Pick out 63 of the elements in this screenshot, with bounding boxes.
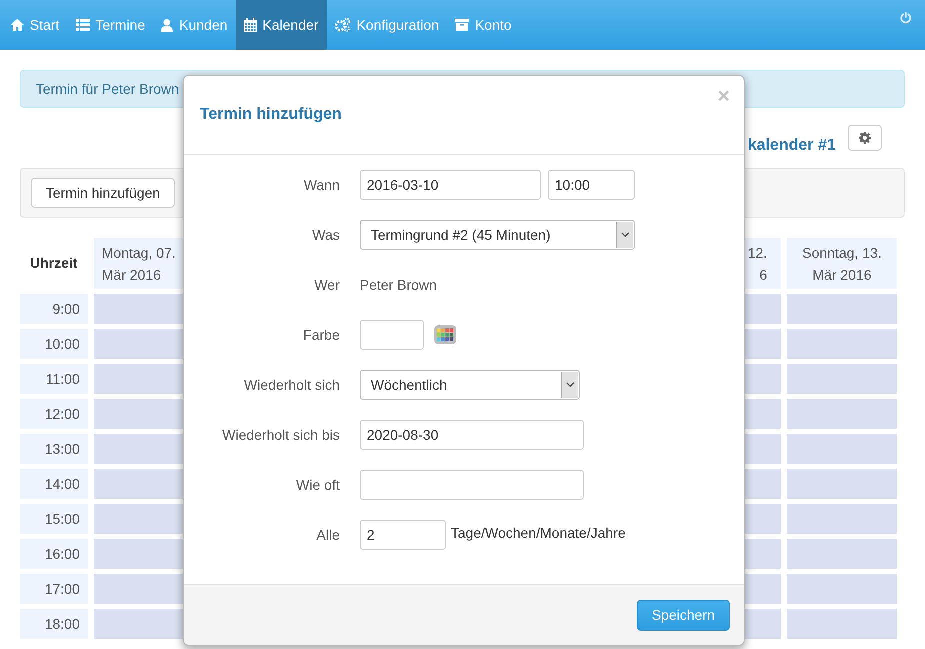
unit-label: Tage/Wochen/Monate/Jahre: [451, 524, 626, 543]
calendar-slot[interactable]: [787, 434, 897, 464]
text-field[interactable]: [360, 470, 584, 500]
gears-icon: [334, 18, 351, 32]
time-cell: 10:00: [20, 329, 88, 359]
field-label: Alle: [316, 526, 340, 544]
calendar-slot[interactable]: [787, 329, 897, 359]
field-value: Peter Brown: [360, 276, 438, 294]
field-label: Wiederholt sich: [243, 376, 340, 394]
field-label: Wie oft: [295, 476, 340, 494]
dropdown[interactable]: Wöchentlich: [360, 370, 580, 400]
settings-button[interactable]: [848, 125, 882, 151]
time-cell: 16:00: [20, 539, 88, 569]
day-header: Sonntag, 13. Mär 2016: [787, 238, 897, 289]
home-icon: [11, 19, 24, 31]
date-field[interactable]: 2016-03-10: [360, 170, 541, 200]
text-field[interactable]: 2020-08-30: [360, 420, 584, 450]
field-label: Farbe: [302, 326, 340, 344]
calendar-slot[interactable]: [787, 469, 897, 499]
calendar-slot[interactable]: [787, 399, 897, 429]
calendar-icon: [244, 18, 257, 32]
nav-tab[interactable]: Konto: [447, 0, 520, 50]
person-icon: [161, 18, 174, 32]
nav-tab[interactable]: Start: [3, 0, 68, 50]
interval-field[interactable]: 2: [360, 520, 446, 550]
column-header: Uhrzeit: [30, 254, 78, 273]
time-field[interactable]: 10:00: [548, 170, 635, 200]
dropdown[interactable]: Termingrund #2 (45 Minuten): [360, 220, 635, 250]
calendar-slot[interactable]: [787, 539, 897, 569]
calendar-slot[interactable]: [787, 504, 897, 534]
time-cell: 12:00: [20, 399, 88, 429]
time-cell: 13:00: [20, 434, 88, 464]
calendar-slot[interactable]: [787, 364, 897, 394]
save-button[interactable]: Speichern: [636, 600, 730, 630]
time-cell: 14:00: [20, 469, 88, 499]
power-icon[interactable]: [900, 12, 912, 24]
calendar-title: kalender #1: [748, 136, 836, 156]
chevron-down-icon: [561, 372, 578, 398]
time-cell: 17:00: [20, 574, 88, 604]
nav-tab[interactable]: Konfiguration: [326, 0, 448, 50]
field-label: Wann: [302, 176, 340, 194]
calendar-slot[interactable]: [787, 294, 897, 324]
time-cell: 18:00: [20, 609, 88, 639]
color-palette-icon[interactable]: [434, 325, 457, 345]
nav-tab[interactable]: Kunden: [153, 0, 236, 50]
list-icon: [76, 19, 90, 31]
field-label: Was: [312, 226, 340, 244]
nav-tab[interactable]: Kalender: [236, 0, 327, 50]
add-appointment-button[interactable]: Termin hinzufügen: [31, 178, 176, 208]
field-label: Wer: [314, 276, 340, 294]
field-label: Wiederholt sich bis: [222, 426, 340, 444]
nav-tab[interactable]: Termine: [68, 0, 154, 50]
time-cell: 11:00: [20, 364, 88, 394]
calendar-slot[interactable]: [787, 609, 897, 639]
color-field[interactable]: [360, 320, 424, 350]
calendar-slot[interactable]: [787, 574, 897, 604]
archive-box-icon: [455, 19, 470, 31]
dialog-title: Termin hinzufügen: [200, 105, 342, 125]
alert-text: Termin für Peter Brown: [36, 80, 180, 98]
time-cell: 15:00: [20, 504, 88, 534]
settings-icon: [859, 132, 871, 144]
time-cell: 9:00: [20, 294, 88, 324]
chevron-down-icon: [616, 222, 633, 248]
